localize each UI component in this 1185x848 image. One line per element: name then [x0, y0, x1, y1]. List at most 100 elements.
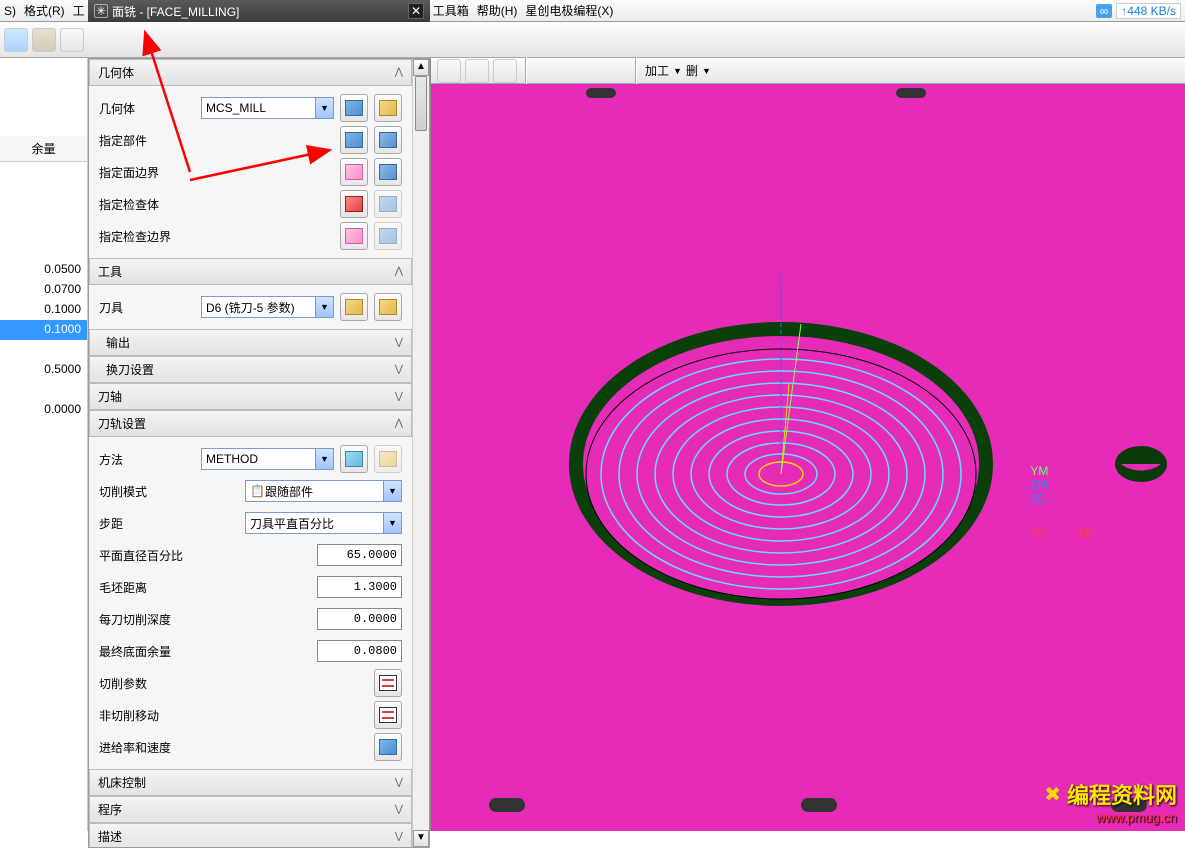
percent-input[interactable] [317, 544, 402, 566]
dialog-title: 面铣 - [FACE_MILLING] [112, 3, 239, 20]
menu-item[interactable]: 星创电极编程(X) [525, 2, 613, 19]
depth-input[interactable] [317, 608, 402, 630]
vp-button[interactable] [437, 59, 461, 83]
blank-dist-input[interactable] [317, 576, 402, 598]
dropdown-icon[interactable]: ▼ [383, 481, 401, 501]
table-cell-selected[interactable]: 0.1000 [0, 320, 87, 340]
part-display-button[interactable] [374, 126, 402, 154]
dropdown-icon[interactable]: ▼ [315, 449, 333, 469]
dialog-body: 几何体⋀ 几何体 MCS_MILL▼ 指定部件 [88, 58, 430, 848]
axis-triad: YM ZM ZC XCXM [1030, 464, 1095, 540]
label-cut-mode: 切削模式 [99, 483, 239, 500]
gear-icon: ✳ [94, 4, 108, 18]
column-header[interactable]: 余量 [0, 136, 87, 162]
label-param: 最终底面余量 [99, 643, 311, 660]
label-method: 方法 [99, 451, 195, 468]
chevron-down-icon: ⋁ [395, 364, 403, 375]
toolbar-button[interactable] [60, 28, 84, 52]
method-edit-button [374, 445, 402, 473]
check-body-button[interactable] [340, 190, 368, 218]
vp-label[interactable]: 加工 [645, 62, 669, 79]
section-geometry[interactable]: 几何体⋀ [89, 59, 412, 86]
edit-body-button[interactable] [374, 94, 402, 122]
menu-item[interactable]: 帮助(H) [477, 2, 518, 19]
scroll-thumb[interactable] [415, 76, 427, 131]
chevron-up-icon: ⋀ [395, 67, 403, 78]
tool-new-button[interactable] [340, 293, 368, 321]
section-program[interactable]: 程序⋁ [89, 796, 412, 823]
toolpath-preview [431, 84, 1185, 831]
viewport[interactable]: 加工 ▼ 删 ▼ [430, 58, 1185, 831]
geometry-combo[interactable]: MCS_MILL▼ [201, 97, 334, 119]
dialog-titlebar[interactable]: ✳ 面铣 - [FACE_MILLING] ✕ [88, 0, 430, 22]
menu-item[interactable]: 工具箱 [433, 2, 469, 19]
table-cell[interactable]: 0.5000 [0, 360, 87, 380]
table-cell [0, 380, 87, 400]
main-toolbar [0, 22, 1185, 58]
vp-button[interactable] [493, 59, 517, 83]
label-face-boundary: 指定面边界 [99, 164, 195, 181]
label-param: 毛坯距离 [99, 579, 311, 596]
section-change-tool[interactable]: 换刀设置⋁ [89, 356, 412, 383]
table-cell[interactable]: 0.0500 [0, 260, 87, 280]
tool-edit-button[interactable] [374, 293, 402, 321]
part-button[interactable] [340, 126, 368, 154]
label-body: 几何体 [99, 100, 195, 117]
left-sidebar: 余量 0.0500 0.0700 0.1000 0.1000 0.5000 0.… [0, 58, 88, 831]
vp-button[interactable] [465, 59, 489, 83]
close-button[interactable]: ✕ [408, 3, 424, 19]
section-tool[interactable]: 工具⋀ [89, 258, 412, 285]
section-machine-control[interactable]: 机床控制⋁ [89, 769, 412, 796]
table-cell[interactable]: 0.0700 [0, 280, 87, 300]
cut-params-button[interactable] [374, 669, 402, 697]
method-inherit-button[interactable] [340, 445, 368, 473]
watermark: ✖ 编程资料网 www.pmug.cn [1044, 778, 1177, 825]
label-check-boundary: 指定检查边界 [99, 228, 195, 245]
chevron-down-icon: ⋁ [395, 831, 403, 842]
dropdown-icon[interactable]: ▼ [315, 98, 333, 118]
section-output[interactable]: 输出⋁ [89, 329, 412, 356]
chevron-down-icon: ⋁ [395, 337, 403, 348]
chevron-down-icon: ⋁ [395, 804, 403, 815]
vp-label[interactable]: 删 [686, 62, 698, 79]
toolbar-button[interactable] [32, 28, 56, 52]
chevron-down-icon: ⋁ [395, 391, 403, 402]
label-check-body: 指定检查体 [99, 196, 195, 213]
step-combo[interactable]: 刀具平直百分比▼ [245, 512, 402, 534]
cut-mode-combo[interactable]: 📋 跟随部件▼ [245, 480, 402, 502]
label-step: 步距 [99, 515, 239, 532]
table-cell[interactable]: 0.1000 [0, 300, 87, 320]
face-boundary-button[interactable] [340, 158, 368, 186]
check-boundary-display-button [374, 222, 402, 250]
menu-item[interactable]: 工 [73, 2, 85, 19]
table-cell [0, 340, 87, 360]
select-body-button[interactable] [340, 94, 368, 122]
noncut-button[interactable] [374, 701, 402, 729]
chevron-up-icon: ⋀ [395, 266, 403, 277]
face-display-button[interactable] [374, 158, 402, 186]
table-cell[interactable]: 0.0000 [0, 400, 87, 420]
floor-stock-input[interactable] [317, 640, 402, 662]
dropdown-icon[interactable]: ▼ [383, 513, 401, 533]
chevron-up-icon: ⋀ [395, 418, 403, 429]
feeds-button[interactable] [374, 733, 402, 761]
label-feeds: 进给率和速度 [99, 739, 368, 756]
label-part: 指定部件 [99, 132, 195, 149]
section-axis[interactable]: 刀轴⋁ [89, 383, 412, 410]
section-path[interactable]: 刀轨设置⋀ [89, 410, 412, 437]
viewport-toolbar: 加工 ▼ 删 ▼ [431, 58, 1185, 84]
check-display-button [374, 190, 402, 218]
menu-item[interactable]: S) [4, 4, 16, 18]
scroll-down-button[interactable]: ▼ [413, 830, 429, 847]
label-param: 平面直径百分比 [99, 547, 311, 564]
menu-item[interactable]: 格式(R) [24, 2, 65, 19]
toolbar-button[interactable] [4, 28, 28, 52]
label-noncut: 非切削移动 [99, 707, 368, 724]
section-description[interactable]: 描述⋁ [89, 823, 412, 848]
method-combo[interactable]: METHOD▼ [201, 448, 334, 470]
check-boundary-button[interactable] [340, 222, 368, 250]
dropdown-icon[interactable]: ▼ [315, 297, 333, 317]
tool-combo[interactable]: D6 (铣刀-5 参数)▼ [201, 296, 334, 318]
scroll-up-button[interactable]: ▲ [413, 59, 429, 76]
scrollbar[interactable]: ▲ ▼ [412, 59, 429, 847]
